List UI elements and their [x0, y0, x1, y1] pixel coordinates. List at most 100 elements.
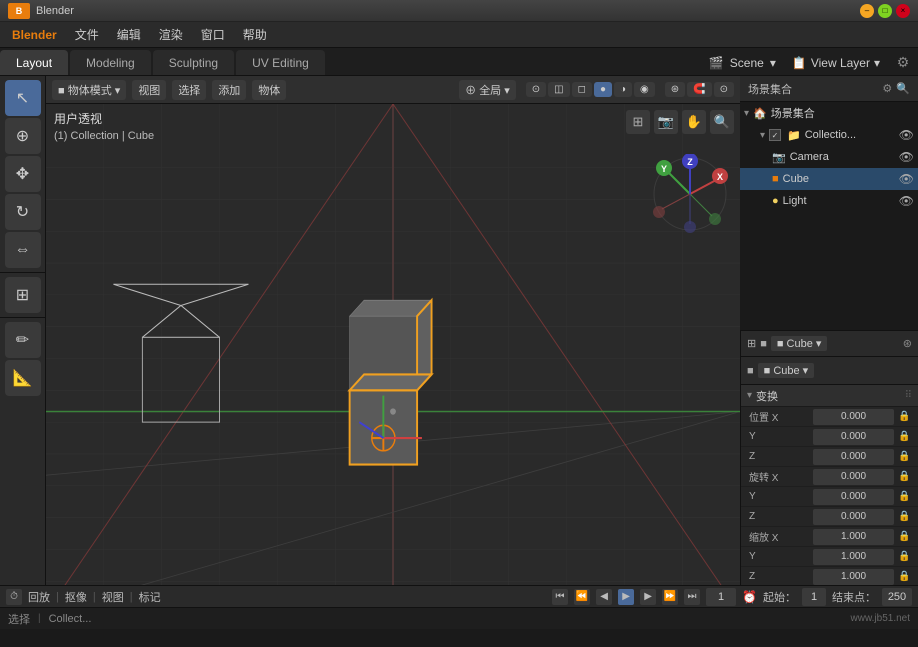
viewlayer-selector[interactable]: 📋 View Layer ▾ [784, 50, 888, 75]
prop-icon-2: ■ [760, 338, 767, 350]
checkbox-collection[interactable]: ✓ [769, 129, 781, 141]
move-tool-button[interactable]: ✥ [5, 156, 41, 192]
outliner-search-icon[interactable]: 🔍 [896, 82, 910, 95]
end-frame-input[interactable]: 250 [882, 588, 912, 606]
overlay-btn[interactable]: ⊙ [526, 82, 546, 97]
rot-x-input[interactable]: 0.000 [813, 469, 894, 485]
prop-snap-icon[interactable]: ⊛ [903, 337, 912, 350]
go-end-btn[interactable]: ⏭ [684, 589, 700, 605]
grid-icon-btn[interactable]: ⊞ [626, 110, 650, 134]
menu-file[interactable]: 文件 [67, 24, 107, 45]
scene-selector[interactable]: 🎬 Scene ▾ [701, 50, 784, 75]
scale-z-input[interactable]: 1.000 [813, 569, 894, 585]
shading-rendered[interactable]: ◉ [634, 82, 655, 97]
view-menu[interactable]: 视图 [132, 80, 166, 100]
object-menu[interactable]: 物体 [252, 80, 286, 100]
playback-menu-btn[interactable]: ⏱ [6, 589, 22, 605]
navigation-gizmo[interactable]: X Y Z [650, 154, 730, 234]
rot-y-lock[interactable]: 🔒 [898, 491, 910, 502]
scale-x-input[interactable]: 1.000 [813, 529, 894, 545]
outliner-filter-icon[interactable]: ⚙ [882, 82, 892, 95]
step-forward-btn[interactable]: ▶ [640, 589, 656, 605]
play-btn[interactable]: ▶ [618, 589, 634, 605]
shading-lp[interactable]: ◑ [614, 82, 632, 97]
menu-render[interactable]: 渲染 [151, 24, 191, 45]
outliner: 场景集合 ⚙ 🔍 ▾ 🏠 场景集合 ▾ ✓ 📁 Collectio... 👁 [740, 76, 918, 331]
camera-eye[interactable]: 👁 [899, 150, 914, 164]
cube-eye[interactable]: 👁 [899, 172, 914, 186]
close-button[interactable]: × [896, 4, 910, 18]
prev-keyframe-btn[interactable]: ⏪ [574, 589, 590, 605]
zoom-icon-btn[interactable]: 🔍 [710, 110, 734, 134]
blender-logo: B [8, 3, 30, 19]
outliner-collectio[interactable]: ▾ ✓ 📁 Collectio... 👁 [740, 124, 918, 146]
rotation-y-row: Y 0.000 🔒 [741, 487, 918, 507]
scale-z-lock[interactable]: 🔒 [898, 571, 910, 582]
xray-btn[interactable]: ◫ [548, 82, 569, 97]
select-menu[interactable]: 选择 [172, 80, 206, 100]
start-frame-input[interactable]: 1 [802, 588, 826, 606]
camera-icon-btn[interactable]: 📷 [654, 110, 678, 134]
menu-help[interactable]: 帮助 [235, 24, 275, 45]
transform-section-header[interactable]: ▾ 变换 ⠿ [741, 385, 918, 407]
overlay-buttons: ⊙ ◫ ◻ ● ◑ ◉ [526, 82, 655, 97]
outliner-scene-collection[interactable]: ▾ 🏠 场景集合 [740, 102, 918, 124]
transform-tool-button[interactable]: ⊞ [5, 277, 41, 313]
global-dropdown: ▾ [504, 85, 510, 97]
rot-x-lock[interactable]: 🔒 [898, 471, 910, 482]
maximize-button[interactable]: □ [878, 4, 892, 18]
rotate-tool-button[interactable]: ↻ [5, 194, 41, 230]
collection-eye[interactable]: 👁 [899, 128, 914, 142]
scale-x-lock[interactable]: 🔒 [898, 531, 910, 542]
menu-window[interactable]: 窗口 [193, 24, 233, 45]
pos-x-input[interactable]: 0.000 [813, 409, 894, 425]
pos-y-lock[interactable]: 🔒 [898, 431, 910, 442]
global-selector[interactable]: ⊕ 全局 ▾ [459, 80, 516, 100]
minimize-button[interactable]: – [860, 4, 874, 18]
outliner-light[interactable]: ● Light 👁 [740, 190, 918, 212]
scale-tool-button[interactable]: ⇔ [5, 232, 41, 268]
tab-modeling[interactable]: Modeling [70, 50, 151, 75]
tab-uv-editing[interactable]: UV Editing [236, 50, 325, 75]
settings-button[interactable]: ⚙ [888, 50, 918, 75]
menu-blender[interactable]: Blender [4, 26, 65, 44]
next-keyframe-btn[interactable]: ⏩ [662, 589, 678, 605]
add-menu[interactable]: 添加 [212, 80, 246, 100]
snap-toggle[interactable]: 🧲 [687, 82, 711, 97]
go-start-btn[interactable]: ⏮ [552, 589, 568, 605]
outliner-cube[interactable]: ■ Cube 👁 [740, 168, 918, 190]
rot-z-input[interactable]: 0.000 [813, 509, 894, 525]
viewport-canvas[interactable]: 用户透视 (1) Collection | Cube ⊞ 📷 ✋ 🔍 [46, 104, 740, 585]
tab-layout[interactable]: Layout [0, 50, 68, 75]
pos-y-input[interactable]: 0.000 [813, 429, 894, 445]
scale-y-lock[interactable]: 🔒 [898, 551, 910, 562]
measure-tool-button[interactable]: 📐 [5, 360, 41, 396]
gizmo-toggle[interactable]: ⊛ [665, 82, 685, 97]
pos-x-lock[interactable]: 🔒 [898, 411, 910, 422]
prop-dropdown[interactable]: ■ Cube ▾ [771, 336, 827, 351]
select-tool-button[interactable]: ↖ [5, 80, 41, 116]
rot-y-input[interactable]: 0.000 [813, 489, 894, 505]
rot-z-lock[interactable]: 🔒 [898, 511, 910, 522]
step-back-btn[interactable]: ◀ [596, 589, 612, 605]
light-eye[interactable]: 👁 [899, 194, 914, 208]
shading-wire[interactable]: ◻ [572, 82, 592, 97]
viewlayer-dropdown-icon: ▾ [874, 56, 880, 70]
shading-solid[interactable]: ● [594, 82, 612, 97]
tab-sculpting[interactable]: Sculpting [153, 50, 234, 75]
menu-edit[interactable]: 编辑 [109, 24, 149, 45]
cursor-tool-button[interactable]: ⊕ [5, 118, 41, 154]
expand-icon-2: ▾ [760, 130, 765, 141]
outliner-camera[interactable]: 📷 Camera 👁 [740, 146, 918, 168]
scale-y-input[interactable]: 1.000 [813, 549, 894, 565]
current-frame-input[interactable]: 1 [706, 588, 736, 606]
hand-icon-btn[interactable]: ✋ [682, 110, 706, 134]
pos-z-lock[interactable]: 🔒 [898, 451, 910, 462]
statusbar: 选择 | Collect... www.jb51.net [0, 607, 918, 629]
svg-text:Z: Z [687, 157, 693, 167]
obj-data-dropdown[interactable]: ■ Cube ▾ [758, 363, 814, 378]
annotate-tool-button[interactable]: ✏ [5, 322, 41, 358]
pos-z-input[interactable]: 0.000 [813, 449, 894, 465]
proportional-toggle[interactable]: ⊙ [714, 82, 734, 97]
mode-selector[interactable]: ■ 物体模式 ▾ [52, 80, 126, 100]
